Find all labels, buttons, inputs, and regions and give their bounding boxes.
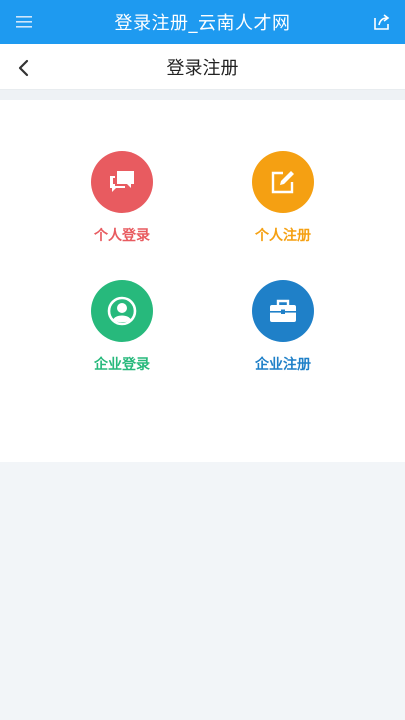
company-register-label: 企业注册 — [255, 357, 311, 373]
edit-icon — [271, 171, 294, 194]
section-divider — [0, 90, 405, 100]
chat-bubbles-icon — [110, 171, 134, 192]
personal-register-button[interactable]: 个人注册 — [213, 151, 353, 261]
menu-button[interactable] — [12, 12, 36, 32]
personal-register-label: 个人注册 — [255, 228, 311, 244]
share-icon — [374, 14, 390, 30]
share-button[interactable] — [371, 11, 393, 33]
page-title: 登录注册 — [166, 57, 239, 79]
company-register-button[interactable]: 企业注册 — [213, 280, 353, 390]
user-circle-icon — [107, 296, 137, 326]
company-register-circle — [252, 280, 314, 342]
chevron-left-icon — [18, 59, 29, 77]
personal-register-circle — [252, 151, 314, 213]
app-title: 登录注册_云南人才网 — [114, 13, 291, 34]
company-login-label: 企业登录 — [94, 357, 150, 373]
options-panel: 个人登录 个人注册 企业登录 企业注册 — [0, 100, 405, 462]
briefcase-icon — [270, 299, 296, 322]
personal-login-circle — [91, 151, 153, 213]
nav-bar: 登录注册 — [0, 44, 405, 90]
company-login-circle — [91, 280, 153, 342]
company-login-button[interactable]: 企业登录 — [52, 280, 192, 390]
menu-icon — [16, 16, 32, 28]
personal-login-button[interactable]: 个人登录 — [52, 151, 192, 261]
back-button[interactable] — [10, 55, 36, 81]
personal-login-label: 个人登录 — [94, 228, 150, 244]
app-header: 登录注册_云南人才网 — [0, 0, 405, 44]
